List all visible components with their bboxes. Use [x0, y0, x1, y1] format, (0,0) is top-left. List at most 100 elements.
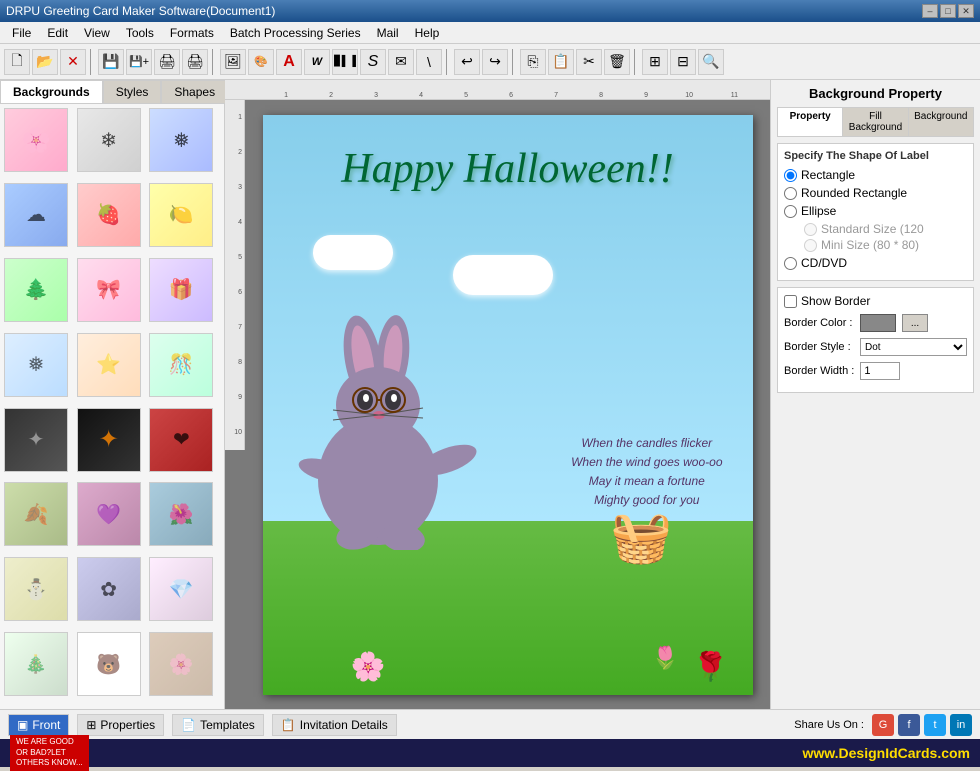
toolbar-cut[interactable]: ✂ [576, 49, 602, 75]
bg-thumb-13[interactable]: ✦ [4, 408, 68, 472]
prop-tab-property[interactable]: Property [778, 108, 843, 136]
greeting-card[interactable]: Happy Halloween!! When the candles flick… [263, 115, 753, 695]
ruler-side-mark: 6 [238, 275, 242, 310]
radio-rectangle-input[interactable] [784, 169, 797, 182]
social-twitter[interactable]: t [924, 714, 946, 736]
show-border-checkbox[interactable] [784, 295, 797, 308]
ruler-mark: 8 [560, 92, 605, 99]
toolbar-open[interactable]: 📂 [32, 49, 58, 75]
toolbar-close[interactable]: ✕ [60, 49, 86, 75]
toolbar-print[interactable]: 🖨 [182, 49, 208, 75]
sub-standard-input[interactable] [804, 223, 817, 236]
toolbar-image[interactable]: 🖼 [220, 49, 246, 75]
border-color-picker[interactable]: ... [902, 314, 928, 332]
radio-ellipse-input[interactable] [784, 205, 797, 218]
sub-mini[interactable]: Mini Size (80 * 80) [804, 238, 967, 252]
templates-button[interactable]: 📄 Templates [172, 714, 264, 736]
show-border-row[interactable]: Show Border [784, 294, 967, 308]
toolbar-zoom-in[interactable]: 🔍 [698, 49, 724, 75]
brand-url[interactable]: www.DesignIdCards.com [802, 745, 970, 761]
prop-tab-background[interactable]: Background [909, 108, 973, 136]
toolbar-line[interactable]: \ [416, 49, 442, 75]
invitation-button[interactable]: 📋 Invitation Details [272, 714, 397, 736]
menu-tools[interactable]: Tools [118, 24, 162, 42]
toolbar-new[interactable]: 🗋 [4, 49, 30, 75]
toolbar-barcode[interactable]: ▊▌▐ [332, 49, 358, 75]
toolbar-table[interactable]: ⊞ [642, 49, 668, 75]
bg-thumb-10[interactable]: ❅ [4, 333, 68, 397]
bg-thumb-17[interactable]: 💜 [77, 482, 141, 546]
bg-thumb-16[interactable]: 🍂 [4, 482, 68, 546]
tab-backgrounds[interactable]: Backgrounds [0, 80, 103, 103]
bg-thumb-6[interactable]: 🍋 [149, 183, 213, 247]
radio-cddvd[interactable]: CD/DVD [784, 256, 967, 270]
border-width-input[interactable] [860, 362, 900, 380]
ruler-mark: 2 [290, 92, 335, 99]
toolbar-table2[interactable]: ⊟ [670, 49, 696, 75]
border-color-box[interactable] [860, 314, 896, 332]
bg-thumb-14[interactable]: ✦ [77, 408, 141, 472]
prop-tab-fill[interactable]: Fill Background [843, 108, 908, 136]
bg-thumb-4[interactable]: ☁ [4, 183, 68, 247]
ruler-mark: 4 [380, 92, 425, 99]
bg-thumb-2[interactable]: ❄ [77, 108, 141, 172]
radio-cddvd-input[interactable] [784, 257, 797, 270]
toolbar-copy[interactable]: ⎘ [520, 49, 546, 75]
menu-view[interactable]: View [76, 24, 118, 42]
menu-edit[interactable]: Edit [39, 24, 76, 42]
toolbar-save[interactable]: 💾 [98, 49, 124, 75]
bg-thumb-12[interactable]: 🎊 [149, 333, 213, 397]
toolbar-paste[interactable]: 📋 [548, 49, 574, 75]
menu-help[interactable]: Help [407, 24, 448, 42]
toolbar-redo[interactable]: ↪ [482, 49, 508, 75]
bg-thumb-22[interactable]: 🎄 [4, 632, 68, 696]
toolbar-undo[interactable]: ↩ [454, 49, 480, 75]
toolbar-sep-5 [634, 49, 638, 75]
radio-rectangle[interactable]: Rectangle [784, 168, 967, 182]
bg-thumb-24[interactable]: 🌸 [149, 632, 213, 696]
radio-rounded[interactable]: Rounded Rectangle [784, 186, 967, 200]
toolbar-shape[interactable]: ✉ [388, 49, 414, 75]
titlebar-controls[interactable]: – □ ✕ [922, 4, 974, 18]
tab-shapes[interactable]: Shapes [161, 80, 228, 103]
ruler-side-mark: 2 [238, 135, 242, 170]
bg-thumb-23[interactable]: 🐻 [77, 632, 141, 696]
toolbar-signature[interactable]: S [360, 49, 386, 75]
bg-thumb-21[interactable]: 💎 [149, 557, 213, 621]
tab-styles[interactable]: Styles [103, 80, 162, 103]
bg-thumb-11[interactable]: ⭐ [77, 333, 141, 397]
bg-thumb-18[interactable]: 🌺 [149, 482, 213, 546]
social-facebook[interactable]: f [898, 714, 920, 736]
toolbar-delete[interactable]: 🗑 [604, 49, 630, 75]
social-google[interactable]: G [872, 714, 894, 736]
bg-thumb-3[interactable]: ❅ [149, 108, 213, 172]
menu-file[interactable]: File [4, 24, 39, 42]
menu-batch[interactable]: Batch Processing Series [222, 24, 369, 42]
minimize-button[interactable]: – [922, 4, 938, 18]
toolbar-color[interactable]: 🎨 [248, 49, 274, 75]
bg-thumb-20[interactable]: ✿ [77, 557, 141, 621]
border-style-select[interactable]: Dot Solid Dash [860, 338, 967, 356]
bg-thumb-19[interactable]: ⛄ [4, 557, 68, 621]
toolbar-save-as[interactable]: 💾+ [126, 49, 152, 75]
toolbar-wordart[interactable]: W [304, 49, 330, 75]
menu-mail[interactable]: Mail [369, 24, 407, 42]
bg-thumb-9[interactable]: 🎁 [149, 258, 213, 322]
toolbar-print-preview[interactable]: 🖨 [154, 49, 180, 75]
sub-mini-input[interactable] [804, 239, 817, 252]
close-button[interactable]: ✕ [958, 4, 974, 18]
bg-thumb-8[interactable]: 🎀 [77, 258, 141, 322]
bg-thumb-1[interactable]: 🌸 [4, 108, 68, 172]
bg-thumb-15[interactable]: ❤ [149, 408, 213, 472]
social-linkedin[interactable]: in [950, 714, 972, 736]
sub-standard[interactable]: Standard Size (120 [804, 222, 967, 236]
radio-ellipse[interactable]: Ellipse [784, 204, 967, 218]
menu-formats[interactable]: Formats [162, 24, 222, 42]
properties-button[interactable]: ⊞ Properties [77, 714, 164, 736]
front-button[interactable]: ▣ Front [8, 714, 69, 736]
toolbar-text[interactable]: A [276, 49, 302, 75]
bg-thumb-5[interactable]: 🍓 [77, 183, 141, 247]
bg-thumb-7[interactable]: 🌲 [4, 258, 68, 322]
radio-rounded-input[interactable] [784, 187, 797, 200]
maximize-button[interactable]: □ [940, 4, 956, 18]
